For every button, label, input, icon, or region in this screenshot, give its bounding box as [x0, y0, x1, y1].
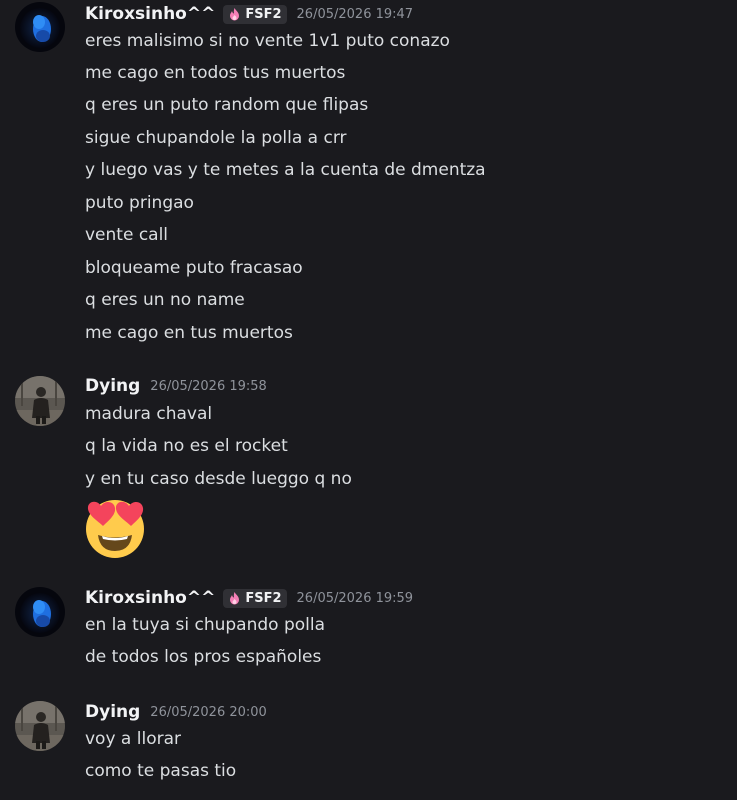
avatar[interactable]: [15, 701, 65, 751]
username[interactable]: Dying: [85, 376, 140, 396]
username[interactable]: Kiroxsinho^^: [85, 4, 215, 24]
username[interactable]: Dying: [85, 702, 140, 722]
message-line: puto pringao: [85, 193, 194, 213]
person-photo-avatar-icon: [15, 701, 65, 751]
message-line: me cago en todos tus muertos: [85, 63, 346, 83]
person-photo-avatar-icon: [15, 376, 65, 426]
message-line: de todos los pros españoles: [85, 647, 322, 667]
flame-icon: [227, 7, 242, 22]
flame-icon: [227, 591, 242, 606]
message-header: Dying 26/05/2026 19:58: [85, 375, 267, 397]
message-line: eres malisimo si no vente 1v1 puto conaz…: [85, 31, 450, 51]
blue-glow-avatar-icon: [15, 587, 65, 637]
message-line: voy a llorar: [85, 729, 181, 749]
blue-glow-avatar-icon: [15, 2, 65, 52]
message-line: me cago en tus muertos: [85, 323, 293, 343]
message-line: sigue chupandole la polla a crr: [85, 128, 347, 148]
timestamp: 26/05/2026 19:58: [150, 378, 267, 394]
message-line: q eres un puto random que flipas: [85, 95, 369, 115]
guild-tag-label: FSF2: [245, 590, 282, 606]
message-line: madura chaval: [85, 404, 213, 424]
message-line: vente call: [85, 225, 169, 245]
heart-eyes-emoji[interactable]: [84, 496, 146, 558]
message-line: q eres un no name: [85, 290, 245, 310]
message-line: como te pasas tio: [85, 761, 237, 781]
timestamp: 26/05/2026 19:59: [296, 590, 414, 606]
guild-tag[interactable]: FSF2: [223, 4, 287, 24]
avatar[interactable]: [15, 376, 65, 426]
guild-tag-label: FSF2: [245, 6, 282, 22]
avatar[interactable]: [15, 2, 65, 52]
timestamp: 26/05/2026 19:47: [296, 6, 414, 22]
guild-tag[interactable]: FSF2: [223, 588, 287, 608]
message-header: Kiroxsinho^^ FSF2 26/05/2026 19:59: [85, 587, 413, 609]
message-line: y en tu caso desde lueggo q no: [85, 469, 352, 489]
username[interactable]: Kiroxsinho^^: [85, 588, 215, 608]
message-line: q la vida no es el rocket: [85, 436, 288, 456]
avatar[interactable]: [15, 587, 65, 637]
message-line: y luego vas y te metes a la cuenta de dm…: [85, 160, 486, 180]
message-header: Kiroxsinho^^ FSF2 26/05/2026 19:47: [85, 3, 413, 25]
message-header: Dying 26/05/2026 20:00: [85, 701, 267, 723]
message-line: en la tuya si chupando polla: [85, 615, 326, 635]
message-line: bloqueame puto fracasao: [85, 258, 303, 278]
timestamp: 26/05/2026 20:00: [150, 704, 267, 720]
